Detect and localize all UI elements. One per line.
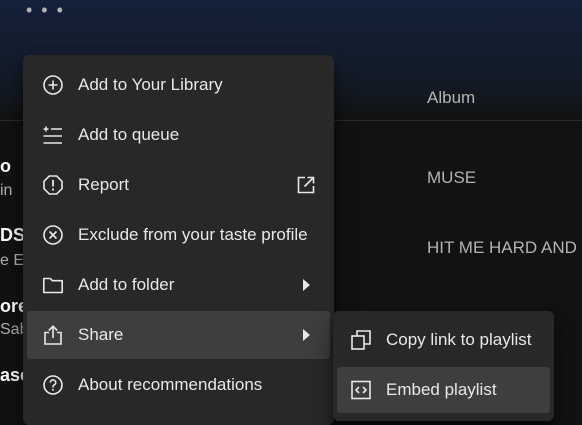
chevron-right-icon [294, 273, 318, 297]
track-album[interactable]: HIT ME HARD AND S [427, 238, 582, 258]
copy-icon [349, 328, 373, 352]
menu-item-label: Share [78, 325, 124, 344]
menu-item-share[interactable]: Share [27, 311, 330, 359]
track-artist-fragment[interactable]: in [0, 182, 12, 200]
exclamation-circle-icon [41, 173, 65, 197]
column-header-album[interactable]: Album [427, 88, 475, 108]
menu-item-exclude-taste-profile[interactable]: Exclude from your taste profile [27, 211, 330, 259]
submenu-item-label: Embed playlist [386, 380, 497, 399]
menu-item-label: Add to queue [78, 125, 180, 144]
menu-item-label: Exclude from your taste profile [78, 225, 308, 244]
menu-item-add-to-folder[interactable]: Add to folder [27, 261, 330, 309]
menu-item-add-to-queue[interactable]: Add to queue [27, 111, 330, 159]
more-options-icon[interactable]: • • • [26, 1, 66, 19]
menu-item-label: Report [78, 175, 130, 194]
folder-icon [41, 273, 65, 297]
menu-item-report[interactable]: Report [27, 161, 330, 209]
embed-icon [349, 378, 373, 402]
track-title-fragment[interactable]: DS [0, 225, 25, 246]
menu-item-label: Add to Your Library [78, 75, 223, 94]
track-album[interactable]: MUSE [427, 168, 476, 188]
context-menu: Add to Your Library Add to queue Report … [23, 55, 334, 425]
submenu-item-embed-playlist[interactable]: Embed playlist [337, 367, 550, 413]
chevron-right-icon [294, 323, 318, 347]
submenu-item-copy-link[interactable]: Copy link to playlist [337, 317, 550, 363]
menu-item-label: About recommendations [78, 375, 263, 394]
submenu-item-label: Copy link to playlist [386, 330, 532, 349]
plus-circle-icon [41, 73, 65, 97]
add-to-queue-icon [41, 123, 65, 147]
menu-item-about-recommendations[interactable]: About recommendations [27, 361, 330, 409]
share-icon [41, 323, 65, 347]
external-link-icon [294, 173, 318, 197]
question-circle-icon [41, 373, 65, 397]
menu-item-add-to-library[interactable]: Add to Your Library [27, 61, 330, 109]
track-title-fragment[interactable]: o [0, 156, 11, 177]
share-submenu: Copy link to playlist Embed playlist [333, 311, 554, 421]
menu-item-label: Add to folder [78, 275, 175, 294]
x-circle-icon [41, 223, 65, 247]
